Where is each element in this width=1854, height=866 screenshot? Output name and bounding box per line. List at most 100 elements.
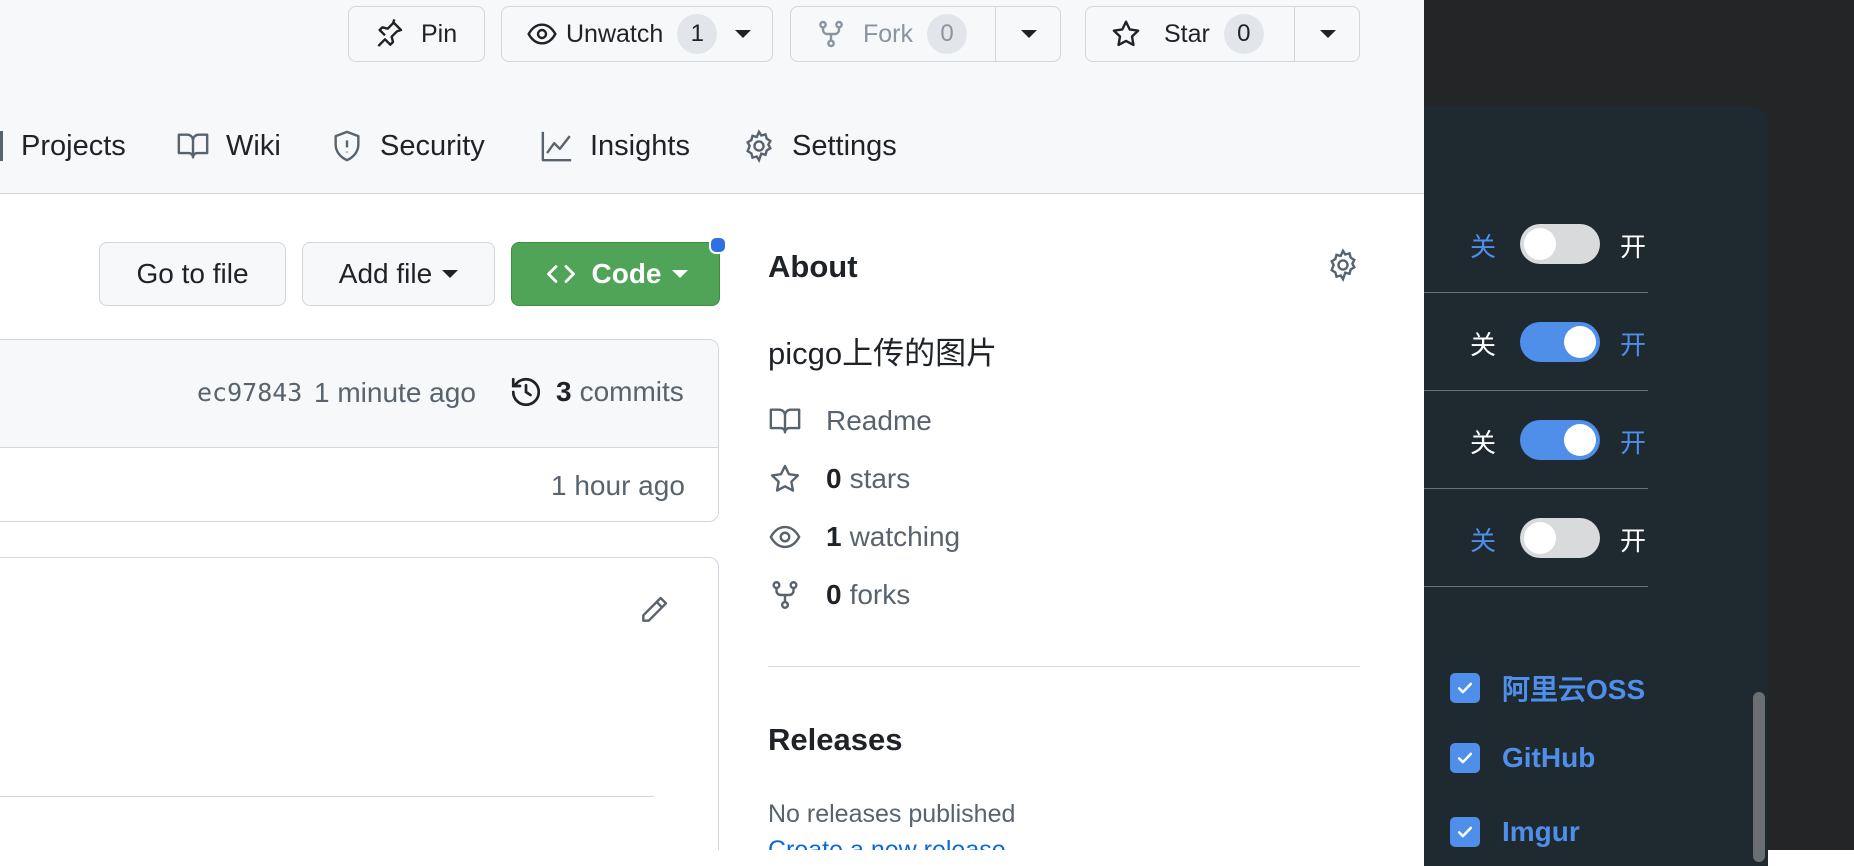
- gear-icon: [746, 129, 772, 163]
- fork-button-group: Fork 0: [790, 6, 1061, 62]
- toggle-switch[interactable]: [1520, 518, 1600, 558]
- toggle-switch[interactable]: [1520, 322, 1600, 362]
- releases-heading[interactable]: Releases: [768, 722, 902, 758]
- fork-icon: [772, 581, 798, 609]
- star-caret-icon: [1320, 30, 1336, 38]
- eye-icon: [769, 525, 801, 549]
- tab-settings-label: Settings: [792, 129, 897, 162]
- check-icon: [1457, 752, 1473, 764]
- uploader-checkbox-row[interactable]: Imgur: [1450, 816, 1580, 848]
- checkbox[interactable]: [1450, 743, 1480, 773]
- stars-link[interactable]: 0 stars: [768, 462, 910, 496]
- tab-insights-label: Insights: [590, 129, 690, 162]
- go-to-file-label: Go to file: [136, 258, 249, 289]
- tab-security[interactable]: Security: [330, 118, 485, 174]
- fork-count: 0: [927, 14, 967, 54]
- tab-security-label: Security: [380, 129, 485, 162]
- tab-wiki-label: Wiki: [226, 129, 281, 162]
- readme-link[interactable]: Readme: [768, 404, 932, 438]
- stars-label: stars: [849, 463, 911, 494]
- toggle-knob: [1564, 424, 1596, 456]
- toggle-row: 关开: [1424, 194, 1648, 293]
- commit-sha[interactable]: ec97843: [197, 378, 302, 407]
- book-icon: [177, 133, 209, 159]
- star-icon: [1112, 20, 1140, 47]
- about-heading: About: [768, 249, 858, 284]
- unwatch-label: Unwatch: [566, 19, 664, 48]
- checkbox[interactable]: [1450, 817, 1480, 847]
- code-caret-icon: [671, 270, 688, 278]
- book-icon: [769, 408, 801, 434]
- code-label: Code: [591, 258, 662, 289]
- readme-divider: [0, 796, 654, 797]
- toggle-switch[interactable]: [1520, 224, 1600, 264]
- toggle-row: 关开: [1424, 488, 1648, 587]
- star-icon: [770, 464, 800, 492]
- checkbox-label: Imgur: [1502, 816, 1580, 847]
- unwatch-count: 1: [677, 14, 718, 54]
- checkbox-label: GitHub: [1502, 742, 1596, 773]
- commits-link[interactable]: 3 commits: [508, 374, 684, 410]
- create-release-link[interactable]: Create a new release: [768, 836, 1006, 850]
- stars-count: 0: [826, 463, 842, 494]
- graph-icon: [541, 131, 572, 162]
- tab-projects-label: Projects: [21, 129, 126, 162]
- star-button[interactable]: Star 0: [1086, 7, 1318, 61]
- toggle-on-label: 开: [1620, 526, 1647, 556]
- gear-icon[interactable]: [1326, 248, 1360, 282]
- uploader-checkbox-row[interactable]: 阿里云OSS: [1450, 668, 1645, 708]
- commits-label: commits: [579, 376, 684, 407]
- fork-caret-icon: [1021, 30, 1037, 38]
- watching-count: 1: [826, 521, 842, 552]
- fork-button[interactable]: Fork 0: [791, 7, 1020, 61]
- checkbox[interactable]: [1450, 673, 1480, 703]
- star-dropdown[interactable]: [1295, 7, 1361, 61]
- watching-label: watching: [849, 521, 961, 552]
- toggle-off-label: 关: [1470, 428, 1497, 458]
- unwatch-dropdown-caret[interactable]: [735, 30, 752, 38]
- fork-icon: [819, 20, 843, 48]
- pin-icon: [377, 18, 403, 47]
- toggle-switch[interactable]: [1520, 420, 1600, 460]
- star-label: Star: [1164, 19, 1210, 48]
- add-file-caret-icon: [442, 270, 459, 278]
- readme-box: [0, 557, 719, 850]
- toggle-on-label: 开: [1620, 428, 1647, 458]
- toggle-knob: [1524, 228, 1556, 260]
- unwatch-button[interactable]: Unwatch 1: [501, 6, 773, 62]
- go-to-file-button[interactable]: Go to file: [99, 242, 286, 306]
- watching-link[interactable]: 1 watching: [768, 520, 960, 554]
- toggle-row: 关开: [1424, 292, 1648, 391]
- toggle-off-label: 关: [1470, 330, 1497, 360]
- tab-settings[interactable]: Settings: [742, 118, 897, 174]
- shield-icon: [334, 130, 360, 162]
- fork-dropdown[interactable]: [996, 7, 1062, 61]
- toggle-on-label: 开: [1620, 232, 1647, 262]
- uploader-checkbox-row[interactable]: GitHub: [1450, 742, 1595, 774]
- code-button[interactable]: Code: [511, 242, 720, 306]
- about-divider: [768, 666, 1360, 667]
- commit-time: 1 minute ago: [314, 377, 476, 408]
- star-count: 0: [1223, 14, 1264, 54]
- pencil-icon[interactable]: [638, 594, 670, 626]
- code-notification-dot: [709, 236, 727, 254]
- toggle-knob: [1524, 522, 1556, 554]
- add-file-label: Add file: [338, 258, 433, 289]
- panel-scrollbar[interactable]: [1753, 692, 1765, 862]
- github-repo-page: Pin Unwatch 1 Fork 0 Star 0 Projects Wik…: [0, 0, 1424, 850]
- fork-label: Fork: [863, 19, 913, 48]
- tab-insights[interactable]: Insights: [540, 118, 690, 174]
- forks-link[interactable]: 0 forks: [768, 578, 910, 612]
- star-button-group: Star 0: [1085, 6, 1360, 62]
- readme-label: Readme: [826, 405, 932, 436]
- tab-projects[interactable]: Projects: [0, 118, 126, 174]
- check-icon: [1457, 682, 1473, 694]
- repo-description: picgo上传的图片: [768, 336, 998, 371]
- tab-wiki[interactable]: Wiki: [176, 118, 281, 174]
- toggle-off-label: 关: [1470, 526, 1497, 556]
- add-file-button[interactable]: Add file: [302, 242, 495, 306]
- forks-label: forks: [849, 579, 911, 610]
- file-row-time: 1 hour ago: [551, 470, 685, 501]
- pin-button[interactable]: Pin: [348, 6, 485, 62]
- history-icon: [511, 377, 541, 407]
